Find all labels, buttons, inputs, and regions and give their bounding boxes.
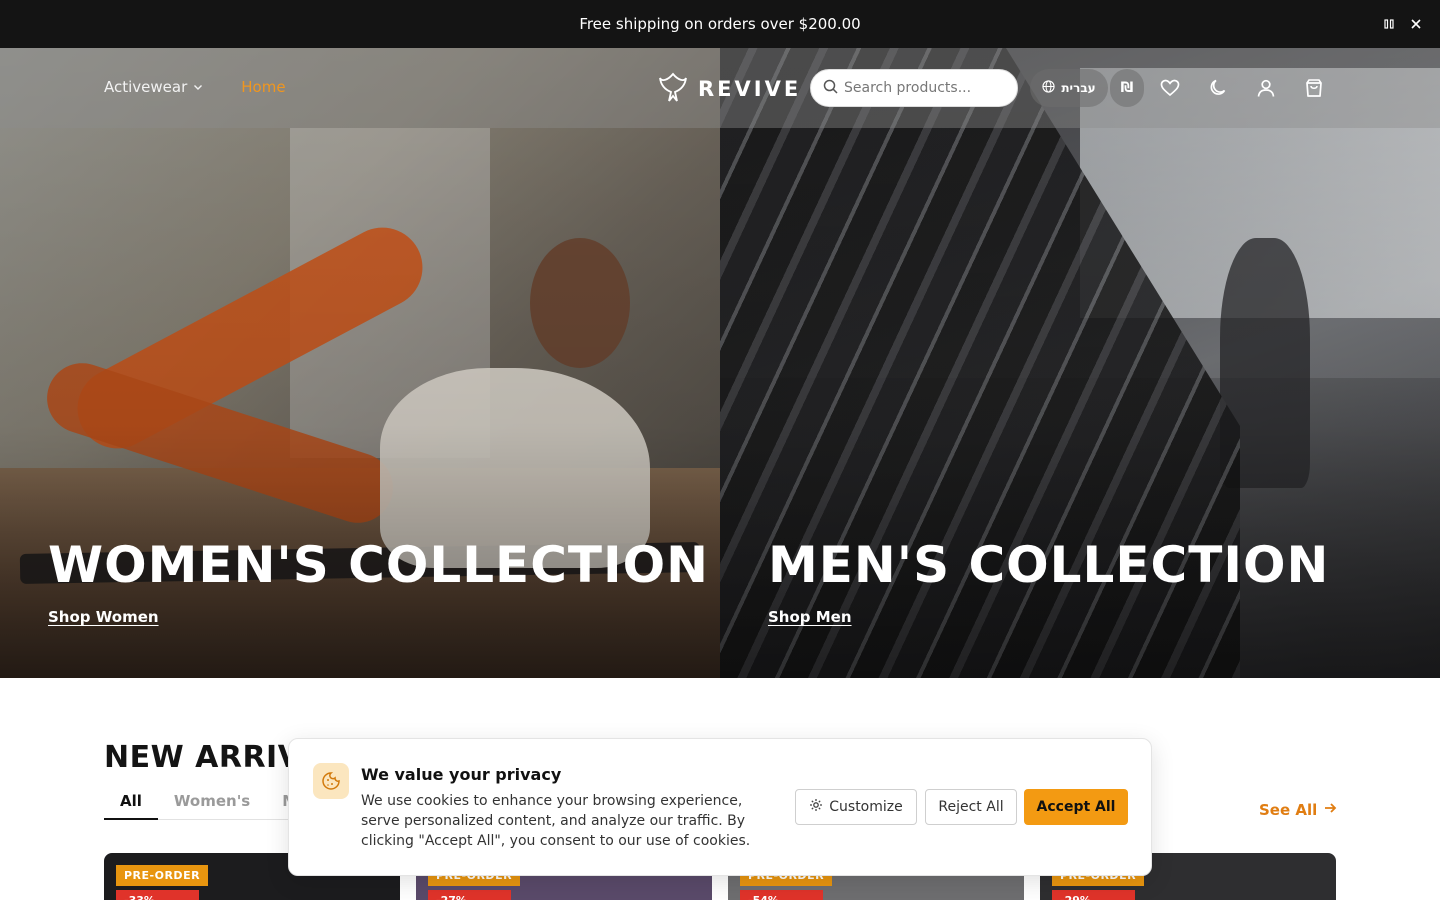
reject-all-button[interactable]: Reject All — [925, 789, 1017, 825]
moon-icon[interactable] — [1206, 76, 1230, 100]
search-box[interactable] — [810, 69, 1018, 107]
new-arrivals-tabs: All Women's Men's — [104, 782, 332, 820]
pre-order-badge: PRE-ORDER — [116, 865, 209, 886]
men-collection-title: MEN'S COLLECTION — [768, 536, 1330, 594]
logo[interactable]: REVIVE — [658, 70, 801, 108]
arrow-right-icon — [1323, 801, 1337, 819]
women-collection-title: WOMEN'S COLLECTION — [48, 536, 709, 594]
chevron-down-icon — [193, 78, 203, 96]
shop-men-link[interactable]: Shop Men — [768, 608, 852, 626]
discount-badge: -33% — [116, 890, 199, 900]
nav-home[interactable]: Home — [241, 78, 285, 96]
globe-icon — [1042, 80, 1055, 96]
gear-icon — [809, 798, 823, 816]
announcement-text: Free shipping on orders over $200.00 — [579, 15, 861, 33]
logo-text: REVIVE — [698, 77, 802, 101]
accept-all-button[interactable]: Accept All — [1024, 789, 1128, 825]
pause-icon[interactable] — [1382, 17, 1396, 31]
shop-women-link[interactable]: Shop Women — [48, 608, 159, 626]
site-header: Activewear Home REVIVE עברית ₪ — [0, 48, 1440, 128]
cart-icon[interactable] — [1302, 76, 1326, 100]
main-nav: Activewear Home — [104, 78, 286, 96]
heart-icon[interactable] — [1158, 76, 1182, 100]
user-icon[interactable] — [1254, 76, 1278, 100]
cookie-icon — [313, 763, 349, 799]
search-icon — [823, 79, 838, 98]
discount-badge: -54% — [740, 890, 823, 900]
close-announcement-icon[interactable] — [1408, 16, 1424, 32]
nav-activewear-label: Activewear — [104, 78, 188, 96]
discount-badge: -27% — [428, 890, 511, 900]
see-all-link[interactable]: See All — [1259, 801, 1337, 819]
customize-button[interactable]: Customize — [795, 789, 917, 825]
hero-women-panel[interactable]: WOMEN'S COLLECTION Shop Women — [0, 48, 720, 678]
language-switcher[interactable]: עברית — [1030, 69, 1108, 107]
customize-label: Customize — [829, 799, 903, 815]
nav-activewear[interactable]: Activewear — [104, 78, 203, 96]
tab-all[interactable]: All — [104, 782, 158, 820]
logo-wings-icon — [658, 70, 688, 108]
announcement-bar: Free shipping on orders over $200.00 — [0, 0, 1440, 48]
see-all-label: See All — [1259, 801, 1318, 819]
discount-badge: -29% — [1052, 890, 1135, 900]
hero-men-panel[interactable]: MEN'S COLLECTION Shop Men — [720, 48, 1440, 678]
search-input[interactable] — [844, 80, 1004, 96]
language-label: עברית — [1061, 81, 1096, 95]
currency-switcher[interactable]: ₪ — [1110, 69, 1144, 107]
cookie-title: We value your privacy — [361, 765, 562, 784]
cookie-consent-banner: We value your privacy We use cookies to … — [288, 738, 1152, 876]
tab-womens[interactable]: Women's — [158, 782, 266, 820]
cookie-text: We use cookies to enhance your browsing … — [361, 793, 751, 849]
hero-section: WOMEN'S COLLECTION Shop Women MEN'S COLL… — [0, 48, 1440, 678]
